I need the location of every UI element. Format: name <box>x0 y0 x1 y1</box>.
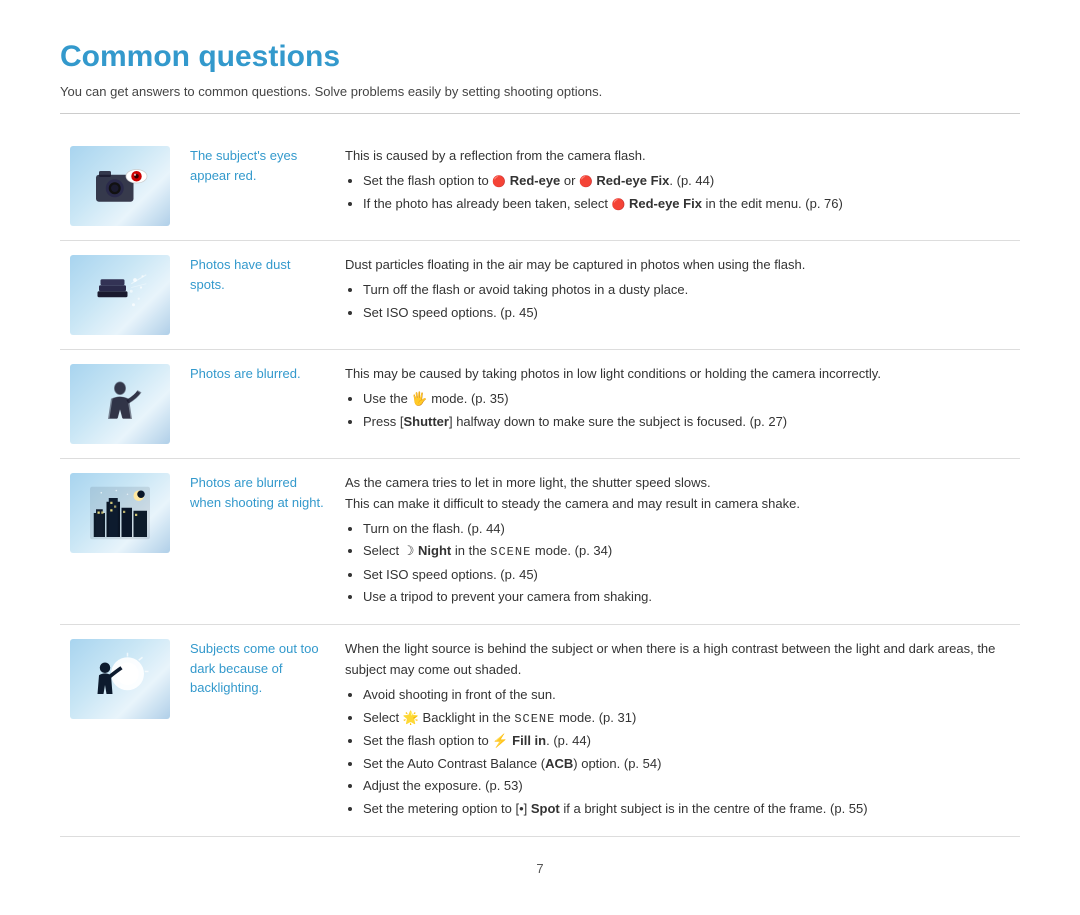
bullet-item: Press [Shutter] halfway down to make sur… <box>363 412 1010 433</box>
bullet-list: Avoid shooting in front of the sun.Selec… <box>363 685 1010 820</box>
bullet-item: If the photo has already been taken, sel… <box>363 194 1010 215</box>
label-row-night: Photos are blurred when shooting at nigh… <box>190 475 324 510</box>
image-dust <box>70 255 170 335</box>
content-row-blurred: This may be caused by taking photos in l… <box>335 350 1020 459</box>
content-row-dust: Dust particles floating in the air may b… <box>335 241 1020 350</box>
content-row-red-eye: This is caused by a reflection from the … <box>335 132 1020 241</box>
page-subtitle: You can get answers to common questions.… <box>60 84 1020 114</box>
bullet-list: Turn on the flash. (p. 44)Select ☽ Night… <box>363 519 1010 609</box>
page-title: Common questions <box>60 40 1020 74</box>
table-row: Photos have dust spots. Dust particles fl… <box>60 241 1020 350</box>
bullet-item: Avoid shooting in front of the sun. <box>363 685 1010 706</box>
content-intro: As the camera tries to let in more light… <box>345 473 1010 494</box>
bullet-item: Set the flash option to ⚡ Fill in. (p. 4… <box>363 731 1010 752</box>
content-intro: When the light source is behind the subj… <box>345 639 1010 681</box>
label-row-blurred: Photos are blurred. <box>190 366 301 381</box>
bullet-item: Use the 🖐 mode. (p. 35) <box>363 389 1010 410</box>
image-red-eye <box>70 146 170 226</box>
image-backlight <box>70 639 170 719</box>
bullet-item: Set the Auto Contrast Balance (ACB) opti… <box>363 754 1010 775</box>
table-row: The subject's eyes appear red. This is ca… <box>60 132 1020 241</box>
table-row: Subjects come out too dark because of ba… <box>60 625 1020 837</box>
bullet-item: Adjust the exposure. (p. 53) <box>363 776 1010 797</box>
content-intro: Dust particles floating in the air may b… <box>345 255 1010 276</box>
label-row-red-eye: The subject's eyes appear red. <box>190 148 297 183</box>
bullet-list: Use the 🖐 mode. (p. 35)Press [Shutter] h… <box>363 389 1010 433</box>
bullet-item: Set the flash option to 🔴 Red-eye or 🔴 R… <box>363 171 1010 192</box>
image-night <box>70 473 170 553</box>
page-number: 7 <box>60 861 1020 876</box>
bullet-item: Turn off the flash or avoid taking photo… <box>363 280 1010 301</box>
table-row: Photos are blurred. This may be caused by… <box>60 350 1020 459</box>
bullet-item: Use a tripod to prevent your camera from… <box>363 587 1010 608</box>
content-row-night: As the camera tries to let in more light… <box>335 459 1020 625</box>
bullet-item: Turn on the flash. (p. 44) <box>363 519 1010 540</box>
content-intro: This can make it difficult to steady the… <box>345 494 1010 515</box>
label-row-backlight: Subjects come out too dark because of ba… <box>190 641 319 695</box>
bullet-list: Set the flash option to 🔴 Red-eye or 🔴 R… <box>363 171 1010 215</box>
bullet-item: Select ☽ Night in the SCENE mode. (p. 34… <box>363 541 1010 562</box>
image-blurred <box>70 364 170 444</box>
bullet-list: Turn off the flash or avoid taking photo… <box>363 280 1010 324</box>
bullet-item: Set ISO speed options. (p. 45) <box>363 565 1010 586</box>
content-row-backlight: When the light source is behind the subj… <box>335 625 1020 837</box>
table-row: Photos are blurred when shooting at nigh… <box>60 459 1020 625</box>
label-row-dust: Photos have dust spots. <box>190 257 290 292</box>
bullet-item: Set ISO speed options. (p. 45) <box>363 303 1010 324</box>
content-intro: This is caused by a reflection from the … <box>345 146 1010 167</box>
bullet-item: Set the metering option to [•] Spot if a… <box>363 799 1010 820</box>
content-intro: This may be caused by taking photos in l… <box>345 364 1010 385</box>
faq-table: The subject's eyes appear red. This is ca… <box>60 132 1020 837</box>
bullet-item: Select 🌟 Backlight in the SCENE mode. (p… <box>363 708 1010 729</box>
